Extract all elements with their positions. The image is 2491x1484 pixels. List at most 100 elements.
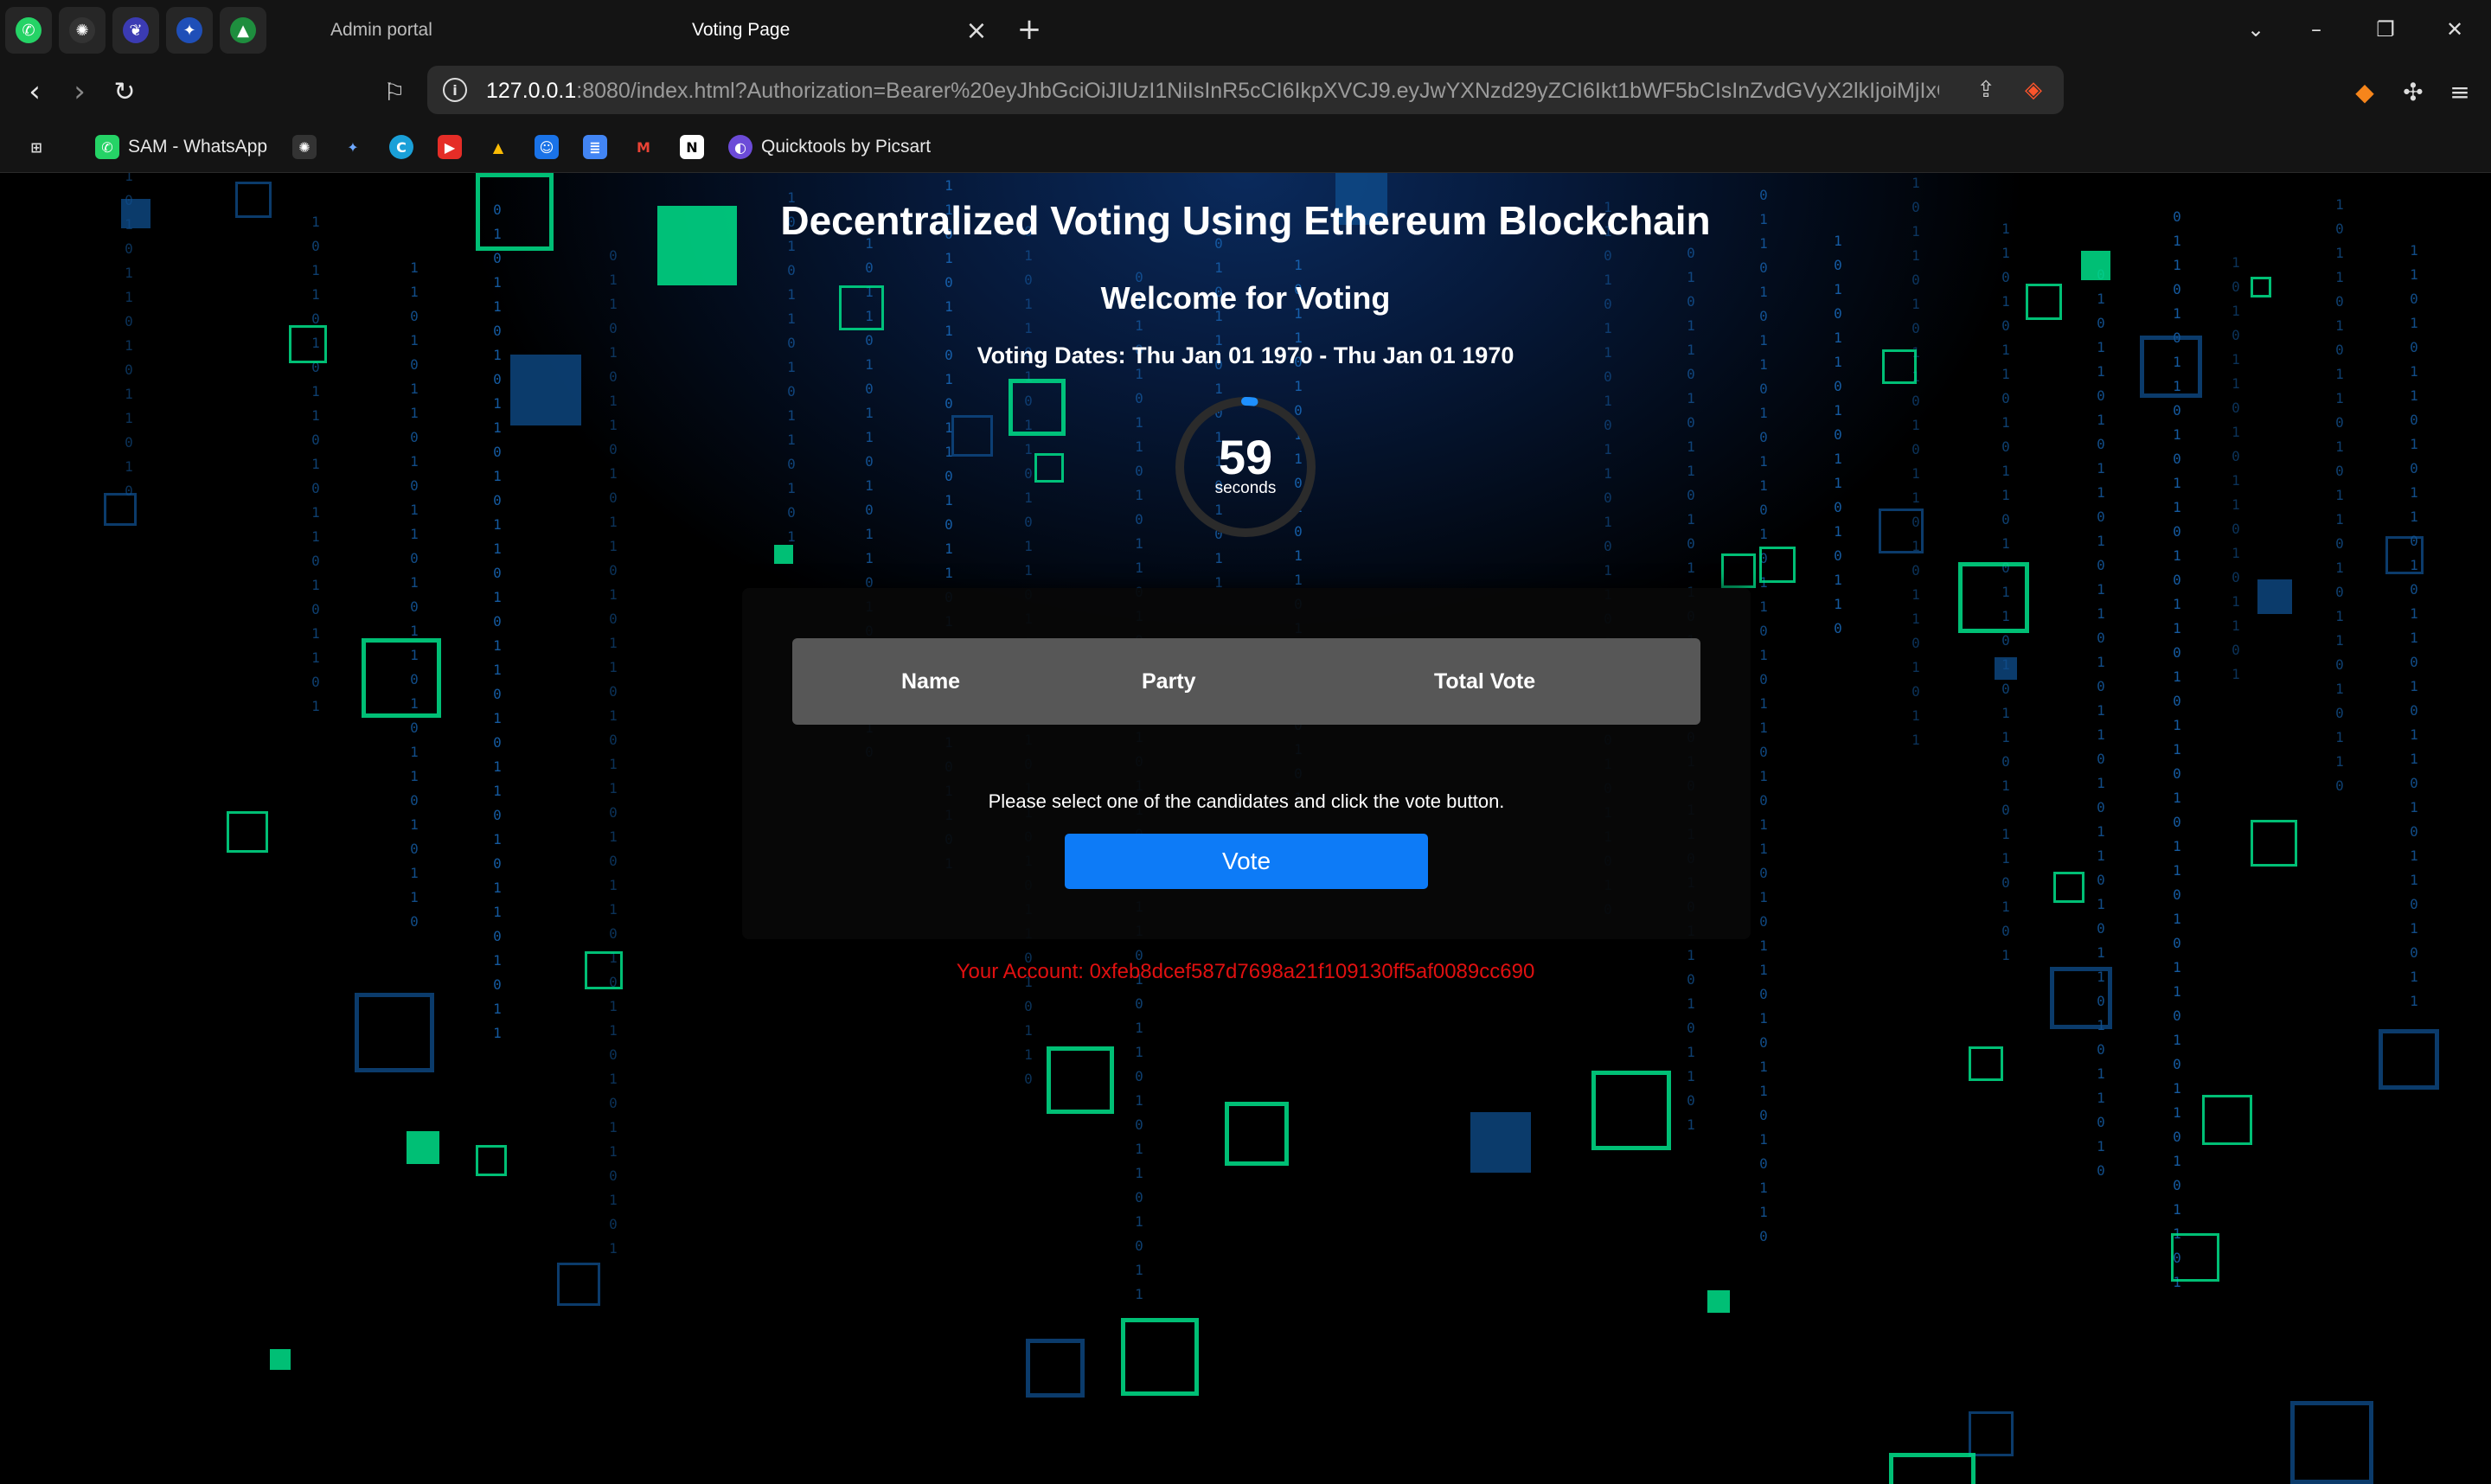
floating-square — [2251, 820, 2297, 867]
floating-square — [2171, 1233, 2219, 1282]
new-tab-icon[interactable]: + — [1012, 12, 1047, 47]
column-header-total-vote: Total Vote — [1434, 669, 1536, 694]
bookmark-icon[interactable]: ⚐ — [377, 74, 412, 109]
share-icon[interactable]: ⇪ — [1970, 74, 2001, 106]
browser-chrome: ✆ ✺ ❦ ✦ ▲ Admin portal Voting Page × + ⌄… — [0, 0, 2491, 173]
floating-square — [951, 415, 993, 457]
floating-square — [1879, 509, 1924, 553]
bookmark-gemini[interactable]: ✦ — [341, 131, 365, 163]
site-info-icon[interactable]: i — [443, 78, 467, 102]
menu-icon[interactable]: ≡ — [2441, 73, 2479, 111]
floating-square — [2081, 251, 2110, 280]
bookmark-chatgpt[interactable]: ✺ — [292, 131, 317, 163]
bookmarks-bar: ⊞ ✆ SAM - WhatsApp ✺ ✦ C ▶ ▲ ☺ ≣ M N ◐ Qui… — [0, 121, 2491, 173]
apps-grid-icon[interactable]: ⊞ — [24, 131, 48, 163]
floating-square — [227, 811, 268, 853]
floating-square — [355, 993, 434, 1072]
bookmark-docs[interactable]: ≣ — [583, 131, 607, 163]
minimize-icon[interactable]: – — [2290, 10, 2342, 48]
voting-page: 10101101011010 101101011010110101101 11010… — [0, 173, 2491, 1484]
floating-square — [2202, 1095, 2252, 1145]
floating-square — [407, 1131, 439, 1164]
floating-square — [774, 545, 793, 564]
countdown-timer: 59 seconds — [1175, 396, 1316, 538]
floating-square — [1969, 1411, 2014, 1456]
whatsapp-icon: ✆ — [95, 135, 119, 159]
pinned-tab-gemini[interactable]: ✦ — [166, 7, 213, 54]
floating-square — [1995, 657, 2017, 680]
voting-dates: Voting Dates: Thu Jan 01 1970 - Thu Jan … — [977, 342, 1514, 368]
bookmark-label: Quicktools by Picsart — [761, 137, 932, 157]
welcome-heading: Welcome for Voting — [1100, 280, 1391, 316]
bookmark-canva[interactable]: C — [389, 131, 413, 163]
pinned-tab-chatgpt[interactable]: ✺ — [59, 7, 106, 54]
floating-square — [1121, 1318, 1199, 1396]
metamask-icon[interactable]: ◆ — [2346, 73, 2384, 111]
url-text[interactable]: 127.0.0.1:8080/index.html?Authorization=… — [486, 79, 1939, 104]
tab-strip: ✆ ✺ ❦ ✦ ▲ Admin portal Voting Page × + ⌄… — [0, 0, 2491, 59]
bookmark-youtube[interactable]: ▶ — [438, 131, 462, 163]
pinned-tab-app[interactable]: ❦ — [112, 7, 159, 54]
gemini-icon: ✦ — [176, 17, 202, 43]
tab-label: Voting Page — [692, 20, 791, 40]
candidates-table-header: Name Party Total Vote — [792, 638, 1700, 725]
close-window-icon[interactable]: ✕ — [2429, 10, 2481, 48]
close-tab-icon[interactable]: × — [960, 14, 993, 47]
floating-square — [1759, 547, 1796, 583]
pinned-tab-drive[interactable]: ▲ — [220, 7, 266, 54]
chatgpt-icon: ✺ — [69, 17, 95, 43]
restore-icon[interactable]: ❐ — [2360, 10, 2411, 48]
floating-square — [1047, 1046, 1114, 1114]
floating-square — [557, 1263, 600, 1306]
floating-square — [270, 1349, 291, 1370]
navigation-bar: ‹ › ↻ ⚐ i 127.0.0.1:8080/index.html?Auth… — [0, 62, 2491, 121]
binary-column: 0110101101011010110101101011010110101101… — [609, 247, 618, 1257]
floating-square — [476, 1145, 507, 1176]
floating-square — [1591, 1071, 1671, 1150]
back-icon[interactable]: ‹ — [14, 71, 55, 112]
timer-value: 59 — [1218, 430, 1273, 484]
floating-square — [1225, 1102, 1289, 1166]
youtube-icon: ▶ — [438, 135, 462, 159]
address-bar[interactable]: i 127.0.0.1:8080/index.html?Authorizatio… — [427, 66, 2064, 114]
extensions-icon[interactable]: ✣ — [2394, 73, 2432, 111]
bookmark-label: SAM - WhatsApp — [128, 137, 268, 157]
binary-column: 01011010110101101011010110101101011 — [493, 201, 502, 1041]
app-icon: ❦ — [123, 17, 149, 43]
floating-square — [2379, 1029, 2439, 1090]
pinned-tab-whatsapp[interactable]: ✆ — [5, 7, 52, 54]
timer-unit: seconds — [1214, 479, 1277, 497]
bookmark-gmail[interactable]: M — [631, 131, 656, 163]
tab-search-chevron-icon[interactable]: ⌄ — [2230, 10, 2282, 48]
whatsapp-icon: ✆ — [16, 17, 42, 43]
floating-square — [1470, 1112, 1531, 1173]
floating-square — [362, 638, 441, 718]
canva-icon: C — [389, 135, 413, 159]
bookmark-contacts[interactable]: ☺ — [535, 131, 559, 163]
instruction-text: Please select one of the candidates and … — [988, 790, 1505, 812]
bookmark-picsart[interactable]: ◐ Quicktools by Picsart — [728, 131, 931, 163]
bookmark-whatsapp[interactable]: ✆ SAM - WhatsApp — [95, 131, 267, 163]
brave-shields-icon[interactable]: ◈ — [2019, 74, 2048, 106]
floating-square — [104, 493, 137, 526]
tab-voting-page[interactable]: Voting Page — [692, 7, 790, 54]
binary-column: 1101011010110101101011010110101 — [2001, 221, 2010, 963]
forward-icon[interactable]: › — [59, 71, 100, 112]
reload-icon[interactable]: ↻ — [104, 71, 145, 112]
gmail-icon: M — [637, 138, 650, 156]
column-header-name: Name — [901, 669, 961, 694]
vote-button[interactable]: Vote — [1065, 834, 1428, 889]
docs-icon: ≣ — [583, 135, 607, 159]
gemini-icon: ✦ — [347, 138, 359, 156]
tab-admin-portal[interactable]: Admin portal — [330, 7, 432, 54]
floating-square — [1026, 1339, 1085, 1398]
column-header-party: Party — [1142, 669, 1196, 694]
account-address: Your Account: 0xfeb8dcef587d7698a21f1091… — [956, 960, 1535, 983]
bookmark-drive[interactable]: ▲ — [486, 131, 510, 163]
url-path: :8080/index.html?Authorization=Bearer%20… — [576, 79, 1939, 103]
drive-icon: ▲ — [230, 17, 256, 43]
floating-square — [1969, 1046, 2003, 1081]
bookmark-notion[interactable]: N — [680, 131, 704, 163]
binary-column: 01011010110101101011010110101101011010 — [2097, 266, 2105, 1179]
tab-label: Admin portal — [330, 20, 432, 40]
